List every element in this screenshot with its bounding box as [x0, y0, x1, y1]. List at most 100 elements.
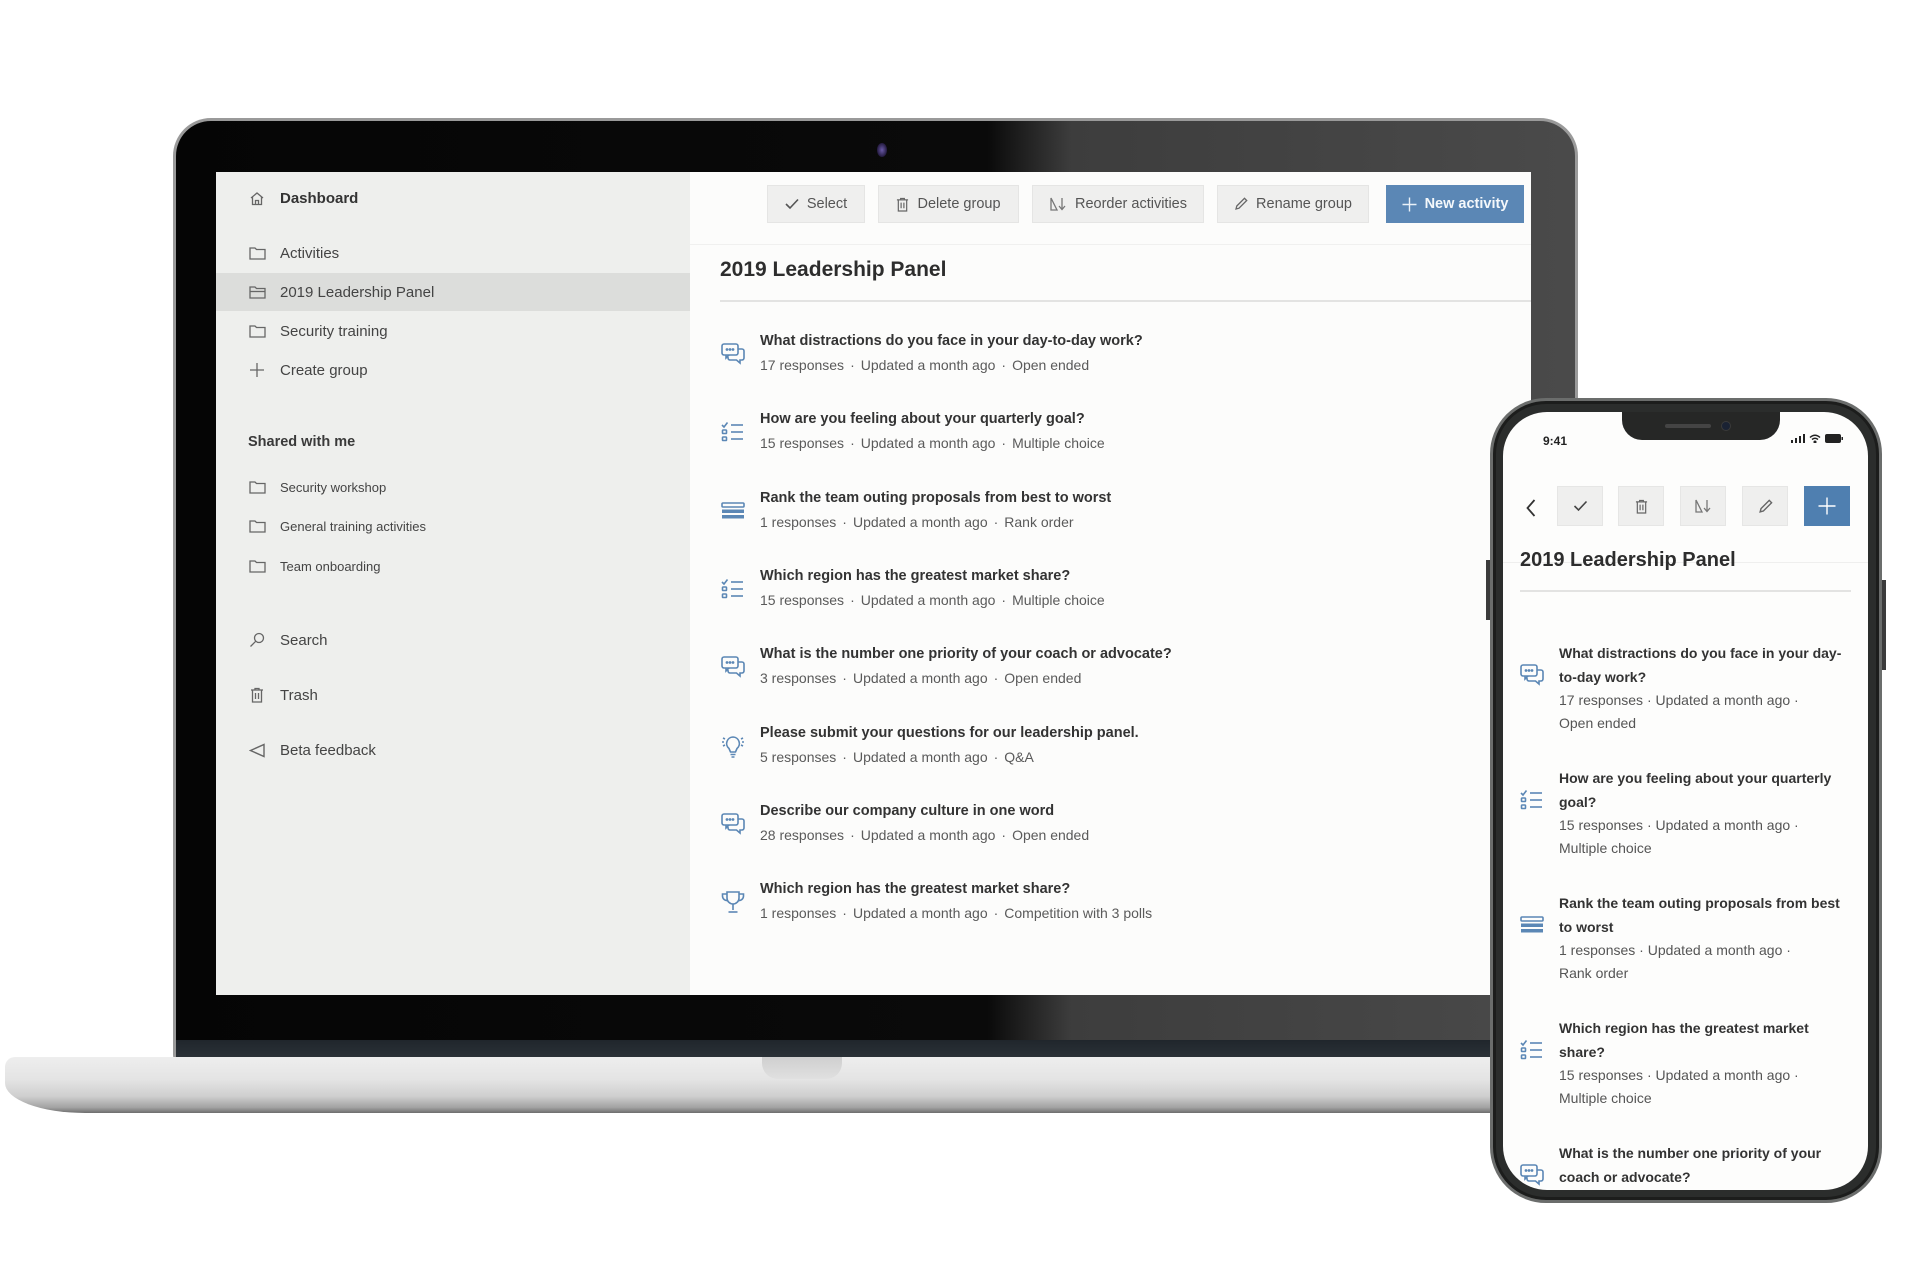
plus-icon [1402, 197, 1417, 211]
select-button[interactable] [1557, 486, 1603, 526]
activity-title[interactable]: What distractions do you face in your da… [760, 333, 1143, 349]
meta-separator: · [850, 591, 855, 608]
activity-title[interactable]: Which region has the greatest market sha… [760, 881, 1070, 897]
pencil-icon [1758, 498, 1773, 513]
activity-type: Open ended [1004, 670, 1082, 687]
folder-icon [248, 518, 266, 534]
delete-group-button[interactable]: Delete group [878, 185, 1019, 223]
activity-title[interactable]: Rank the team outing proposals from best… [760, 490, 1111, 506]
activity-meta: 1 responses · Updated a month ago · [1559, 942, 1791, 958]
activity-title[interactable]: What is the number one priority of your … [1559, 1142, 1849, 1189]
delete-group-button[interactable] [1618, 486, 1664, 526]
meta-separator: · [850, 435, 855, 452]
activity-updated: Updated a month ago [860, 435, 996, 452]
sidebar-item-label: Team onboarding [280, 558, 381, 574]
activity-type: Rank order [1559, 965, 1629, 981]
meta-separator: · [1001, 435, 1007, 452]
phone-speaker [1665, 424, 1711, 428]
create-group-button[interactable]: Create group [216, 351, 690, 389]
activity-row[interactable]: Please submit your questions for our lea… [720, 725, 1531, 785]
sidebar-item-label: Activities [280, 244, 340, 262]
rank-icon [1519, 912, 1545, 938]
sidebar-item-search[interactable]: Search [216, 621, 690, 659]
activity-row[interactable]: How are you feeling about your quarterly… [720, 411, 1531, 471]
new-activity-label: New activity [1424, 196, 1509, 212]
activity-row[interactable]: What distractions do you face in your da… [720, 333, 1531, 393]
meta-separator: · [850, 357, 855, 373]
sidebar-item-security-workshop[interactable]: Security workshop [216, 468, 690, 506]
activity-meta: 17 responses · Updated a month ago · Open en… [760, 357, 1089, 373]
activity-row[interactable]: What is the number one priority of your … [720, 646, 1531, 706]
activity-title[interactable]: Describe our company culture in one word [760, 803, 1054, 819]
activity-row[interactable]: Which region has the greatest market sha… [720, 568, 1531, 628]
meta-separator: · [1001, 357, 1007, 373]
pencil-icon [1235, 197, 1248, 210]
activity-updated: Updated a month ago [852, 905, 988, 922]
activity-type: Multiple choice [1559, 840, 1652, 856]
activity-title[interactable]: What is the number one priority of your … [760, 646, 1172, 662]
rename-group-button[interactable] [1742, 486, 1788, 526]
plus-icon [1818, 497, 1836, 515]
sidebar-item-security-training[interactable]: Security training [216, 312, 690, 350]
chat-icon [1519, 662, 1545, 688]
activity-title[interactable]: Which region has the greatest market sha… [760, 568, 1070, 584]
reorder-activities-button[interactable]: Reorder activities [1032, 185, 1204, 223]
home-icon [248, 190, 266, 206]
activity-title[interactable]: Rank the team outing proposals from best… [1559, 892, 1849, 939]
sidebar-item-dashboard[interactable]: Dashboard [216, 179, 690, 217]
battery-icon [1825, 434, 1843, 443]
activity-meta: 1 responses · Updated a month ago · Competit… [760, 905, 1152, 921]
checklist-icon [1519, 787, 1545, 813]
chat-icon [720, 811, 746, 837]
activity-responses: 17 responses [760, 357, 845, 373]
activity-meta: 15 responses · Updated a month ago · Multipl… [760, 435, 1105, 451]
search-icon [248, 632, 266, 648]
meta-separator: · [850, 826, 855, 843]
activity-row[interactable]: Describe our company culture in one word… [720, 803, 1531, 863]
select-button[interactable]: Select [767, 185, 865, 223]
check-icon [1573, 500, 1587, 512]
sidebar-item-trash[interactable]: Trash [216, 676, 690, 714]
new-activity-button[interactable]: New activity [1386, 185, 1524, 223]
toolbar: Select Delete group Reorder activities R… [690, 172, 1531, 245]
activity-updated: Updated a month ago [860, 591, 996, 608]
sidebar-item-beta-feedback[interactable]: Beta feedback [216, 731, 690, 769]
back-button[interactable] [1521, 495, 1541, 521]
lightbulb-icon [720, 733, 746, 759]
rename-group-button[interactable]: Rename group [1217, 185, 1369, 223]
sidebar-item-2019-leadership-panel[interactable]: 2019 Leadership Panel [216, 273, 690, 311]
sidebar-item-label: General training activities [280, 518, 426, 534]
meta-separator: · [993, 748, 999, 765]
activity-row[interactable]: Rank the team outing proposals from best… [720, 490, 1531, 550]
activity-title[interactable]: How are you feeling about your quarterly… [1559, 767, 1849, 814]
chat-icon [1519, 1162, 1545, 1188]
sidebar-item-activities[interactable]: Activities [216, 234, 690, 272]
meta-separator: · [842, 748, 847, 765]
sidebar-item-team-onboarding[interactable]: Team onboarding [216, 547, 690, 585]
sidebar-item-general-training-activities[interactable]: General training activities [216, 507, 690, 545]
activity-title[interactable]: Please submit your questions for our lea… [760, 725, 1139, 741]
laptop-opening-notch [762, 1057, 842, 1079]
activity-type: Q&A [1004, 748, 1034, 765]
activity-title[interactable]: What distractions do you face in your da… [1559, 642, 1849, 689]
reorder-activities-label: Reorder activities [1074, 196, 1187, 212]
activity-title[interactable]: How are you feeling about your quarterly… [760, 411, 1085, 427]
activity-row[interactable]: Which region has the greatest market sha… [720, 881, 1531, 941]
meta-separator: · [993, 905, 999, 922]
activity-meta: 3 responses · Updated a month ago · [1559, 1189, 1854, 1190]
page-title: 2019 Leadership Panel [1520, 549, 1736, 571]
create-group-label: Create group [280, 361, 368, 379]
activity-meta: 1 responses · Updated a month ago · Rank ord… [760, 514, 1074, 530]
folder-icon [248, 323, 266, 339]
activity-responses: 28 responses [760, 826, 845, 843]
sidebar-item-label: Search [280, 631, 328, 649]
activity-title[interactable]: Which region has the greatest market sha… [1559, 1017, 1849, 1064]
new-activity-button[interactable] [1804, 486, 1850, 526]
checklist-icon [720, 576, 746, 602]
reorder-activities-button[interactable] [1680, 486, 1726, 526]
status-icons [1791, 434, 1843, 443]
sidebar-item-label: Dashboard [280, 189, 359, 207]
select-label: Select [806, 196, 848, 212]
phone-power-button [1882, 580, 1886, 670]
activity-type: Open ended [1559, 715, 1637, 731]
